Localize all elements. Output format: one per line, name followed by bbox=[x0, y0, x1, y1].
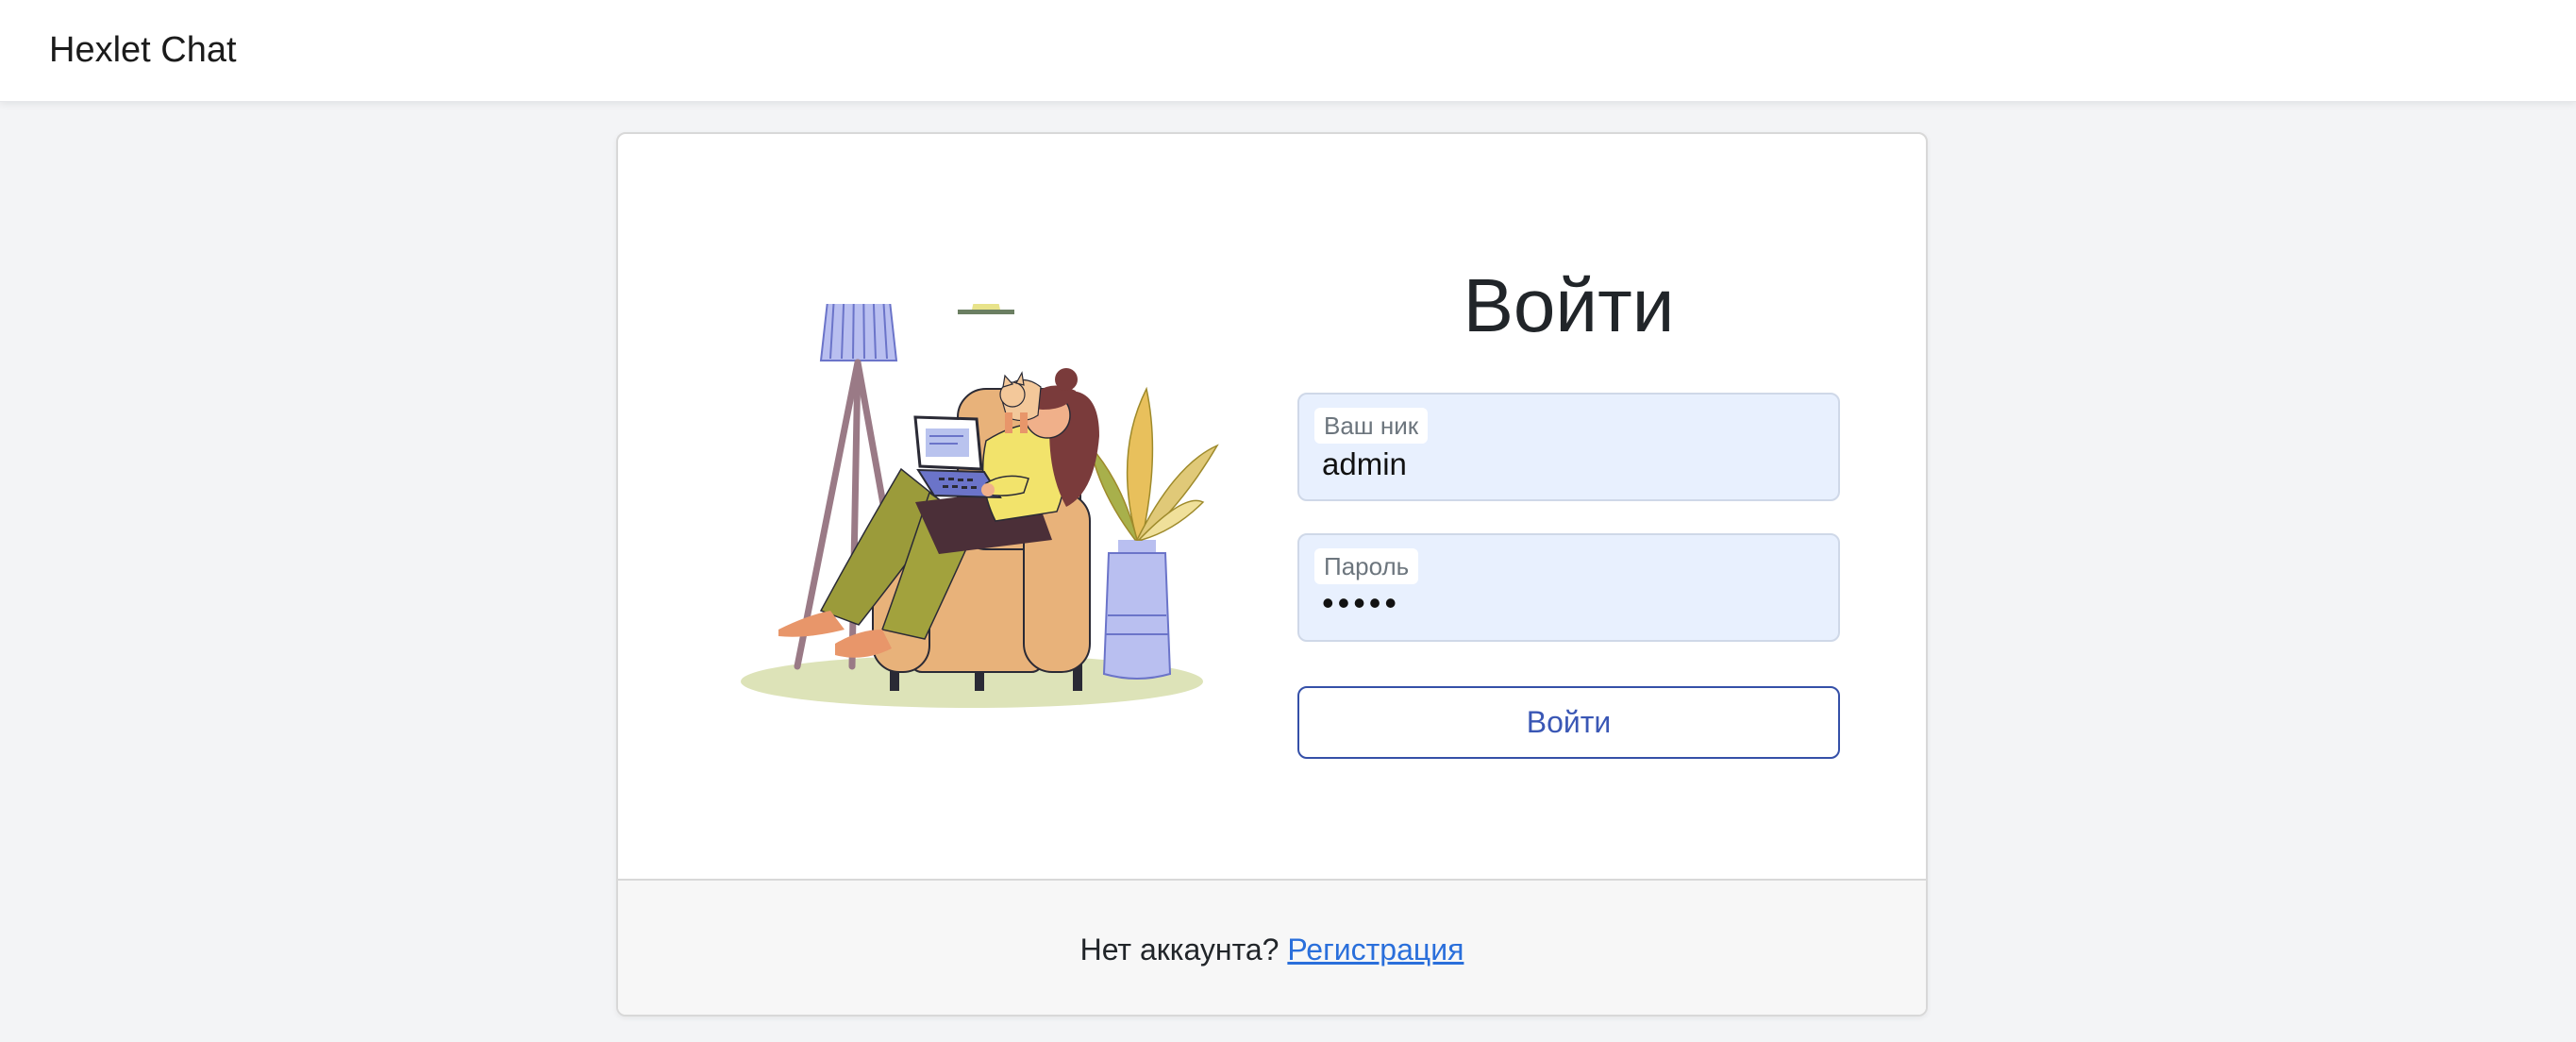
register-link[interactable]: Регистрация bbox=[1287, 933, 1464, 966]
card-body: Войти Ваш ник admin Пароль ••••• Войти bbox=[618, 134, 1926, 879]
login-card: Войти Ваш ник admin Пароль ••••• Войти Н… bbox=[616, 132, 1928, 1017]
login-button[interactable]: Войти bbox=[1297, 686, 1840, 759]
username-field[interactable]: Ваш ник admin bbox=[1297, 393, 1840, 501]
card-footer: Нет аккаунта? Регистрация bbox=[618, 879, 1926, 1015]
login-illustration bbox=[741, 304, 1219, 708]
page-title: Войти bbox=[1463, 263, 1675, 347]
username-label: Ваш ник bbox=[1314, 408, 1429, 444]
brand-link[interactable]: Hexlet Chat bbox=[49, 26, 237, 74]
password-label: Пароль bbox=[1314, 548, 1419, 584]
username-value[interactable]: admin bbox=[1322, 444, 1407, 485]
no-account-text: Нет аккаунта? bbox=[1079, 933, 1288, 966]
navbar: Hexlet Chat bbox=[0, 0, 2576, 102]
password-field[interactable]: Пароль ••••• bbox=[1297, 533, 1840, 642]
password-value[interactable]: ••••• bbox=[1322, 582, 1400, 624]
